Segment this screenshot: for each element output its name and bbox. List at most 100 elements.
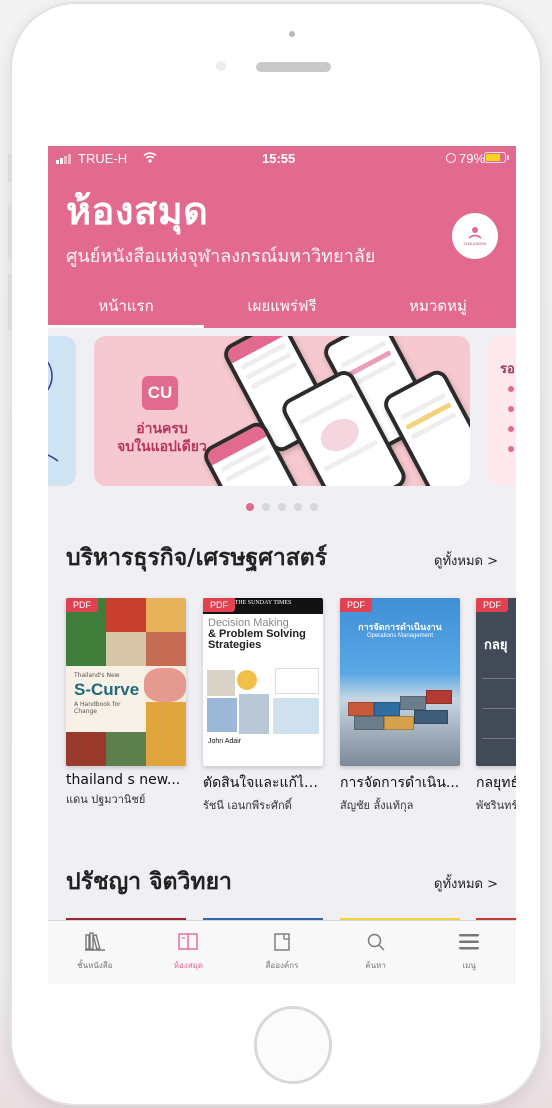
cover-divider bbox=[482, 678, 516, 679]
cover-divider bbox=[482, 738, 516, 739]
signal-strength-icon bbox=[56, 154, 71, 164]
banner-previous-illustration bbox=[48, 361, 59, 462]
container-illustration bbox=[400, 696, 426, 710]
tabbar-label: สื่อองค์กร bbox=[265, 961, 299, 970]
cover-photo bbox=[106, 732, 146, 766]
book-cover[interactable]: PDF การจัดการดำเนินงาน Operations Manage… bbox=[340, 598, 460, 766]
bullet-icon bbox=[508, 446, 514, 452]
cover-photo bbox=[237, 670, 257, 690]
mute-switch bbox=[8, 154, 12, 182]
page-dot[interactable] bbox=[294, 503, 302, 511]
book-card[interactable]: PDF Thailand's New S-Curve A Handbook fo… bbox=[66, 598, 188, 808]
book-cover[interactable]: PDF THE SUNDAY TIMES Decision Making & P… bbox=[203, 598, 323, 766]
home-button[interactable] bbox=[254, 1006, 332, 1084]
book-title: กลยุทธ์... bbox=[476, 775, 516, 791]
cover-photo bbox=[273, 698, 319, 734]
banner-carousel[interactable]: CU อ่านครบ จบในแอปเดียว รอ bbox=[48, 336, 516, 486]
chula-book-logo[interactable]: CHULA BOOK bbox=[452, 213, 498, 259]
cover-photo bbox=[106, 632, 146, 666]
proximity-sensor bbox=[289, 31, 295, 37]
book-author: แดน ปฐมวานิชย์ bbox=[66, 793, 146, 806]
cover-title: การจัดการดำเนินงาน bbox=[358, 623, 442, 633]
rotation-lock-icon bbox=[446, 153, 456, 163]
banner-app-promo[interactable]: CU อ่านครบ จบในแอปเดียว bbox=[94, 336, 470, 486]
tab-home[interactable]: หน้าแรก bbox=[48, 284, 204, 328]
see-all-business-link[interactable]: ดูทั้งหมด > bbox=[434, 550, 498, 571]
carousel-page-indicator[interactable] bbox=[48, 503, 516, 511]
book-title: การจัดการดำเนิน... bbox=[340, 775, 460, 791]
tabbar-item-bookshelf[interactable]: ชั้นหนังสือ bbox=[48, 921, 142, 984]
library-header: TRUE-H 15:55 79% ห้องสมุด ศูนย์หนังสือแห… bbox=[48, 146, 516, 328]
pdf-badge: PDF bbox=[476, 598, 508, 612]
banner-next[interactable]: รอ bbox=[488, 336, 516, 486]
container-illustration bbox=[414, 710, 448, 724]
book-card[interactable]: PDF THE SUNDAY TIMES Decision Making & P… bbox=[203, 598, 325, 814]
chula-book-logo-icon: CHULA BOOK bbox=[464, 227, 487, 246]
container-illustration bbox=[384, 716, 414, 730]
cu-logo: CU bbox=[142, 376, 178, 410]
cover-title: กลยุ bbox=[484, 638, 508, 653]
tab-free-publications[interactable]: เผยแพร่ฟรี bbox=[204, 284, 360, 328]
banner-tagline: จบในแอปเดียว bbox=[117, 439, 207, 455]
cover-subtitle: A Handbook for Change bbox=[74, 701, 121, 715]
bookshelf-icon bbox=[84, 932, 105, 951]
book-title: ตัดสินใจและแก้ไข... bbox=[203, 775, 323, 791]
cover-photo bbox=[146, 632, 186, 666]
cover-text-block bbox=[275, 668, 319, 694]
book-cover[interactable]: PDF กลยุ bbox=[476, 598, 516, 766]
volume-down-button bbox=[8, 274, 12, 330]
cover-subtitle: Operations Management bbox=[366, 633, 434, 639]
page-dot[interactable] bbox=[262, 503, 270, 511]
cover-text: Thailand's New bbox=[74, 672, 120, 679]
top-tabs: หน้าแรก เผยแพร่ฟรี หมวดหมู่ bbox=[48, 284, 516, 328]
tabbar-label: ชั้นหนังสือ bbox=[77, 961, 113, 970]
section-title-philosophy: ปรัชญา จิตวิทยา bbox=[66, 869, 232, 895]
cover-photo bbox=[66, 732, 106, 766]
tab-categories[interactable]: หมวดหมู่ bbox=[360, 284, 516, 328]
tabbar-label: ค้นหา bbox=[365, 961, 386, 970]
see-all-philosophy-link[interactable]: ดูทั้งหมด > bbox=[434, 873, 498, 894]
pdf-badge: PDF bbox=[340, 598, 372, 612]
tabbar-item-library[interactable]: ห้องสมุด bbox=[142, 921, 236, 984]
tabbar-item-search[interactable]: ค้นหา bbox=[329, 921, 423, 984]
battery-percentage: 79% bbox=[459, 151, 486, 166]
banner-next-text: รอ bbox=[500, 362, 515, 377]
tabbar-item-menu[interactable]: เมนู bbox=[422, 921, 516, 984]
pdf-badge: PDF bbox=[66, 598, 98, 612]
logo-text: CHULA BOOK bbox=[464, 242, 487, 246]
bullet-icon bbox=[508, 386, 514, 392]
cover-subtitle: & Problem Solving Strategies bbox=[208, 628, 306, 651]
bullet-icon bbox=[508, 406, 514, 412]
battery-icon bbox=[484, 152, 506, 163]
status-bar: TRUE-H 15:55 79% bbox=[48, 146, 516, 170]
cover-photo bbox=[207, 670, 235, 696]
book-cover[interactable]: PDF Thailand's New S-Curve A Handbook fo… bbox=[66, 598, 186, 766]
library-book-icon bbox=[178, 933, 199, 950]
section-title-business: บริหารธุรกิจ/เศรษฐศาสตร์ bbox=[66, 545, 328, 571]
volume-up-button bbox=[8, 204, 12, 260]
book-author: พัชรินทร์... bbox=[476, 799, 516, 812]
cover-photo bbox=[146, 598, 186, 632]
tabbar-label: เมนู bbox=[462, 961, 476, 970]
cover-photo bbox=[146, 702, 186, 766]
organization-media-icon bbox=[274, 933, 290, 951]
status-time: 15:55 bbox=[262, 151, 296, 166]
container-illustration bbox=[374, 702, 400, 716]
page-dot-active[interactable] bbox=[246, 503, 254, 511]
book-author: รัชนี เอนกพีระศักดิ์ bbox=[203, 799, 292, 812]
tabbar-label: ห้องสมุด bbox=[173, 961, 204, 970]
book-card[interactable]: PDF กลยุ กลยุทธ์... พัชรินทร์... bbox=[476, 598, 516, 814]
book-card[interactable]: PDF การจัดการดำเนินงาน Operations Manage… bbox=[340, 598, 462, 814]
battery-tip bbox=[507, 155, 509, 160]
front-camera bbox=[216, 61, 226, 71]
search-icon bbox=[367, 933, 385, 951]
page-dot[interactable] bbox=[278, 503, 286, 511]
page-dot[interactable] bbox=[310, 503, 318, 511]
page-subtitle: ศูนย์หนังสือแห่งจุฬาลงกรณ์มหาวิทยาลัย bbox=[66, 246, 376, 267]
cover-author: John Adair bbox=[208, 738, 242, 745]
container-illustration bbox=[426, 690, 452, 704]
tabbar-item-organization-media[interactable]: สื่อองค์กร bbox=[235, 921, 329, 984]
pdf-badge: PDF bbox=[203, 598, 235, 612]
page-title: ห้องสมุด bbox=[66, 189, 209, 233]
banner-previous[interactable] bbox=[48, 336, 76, 486]
